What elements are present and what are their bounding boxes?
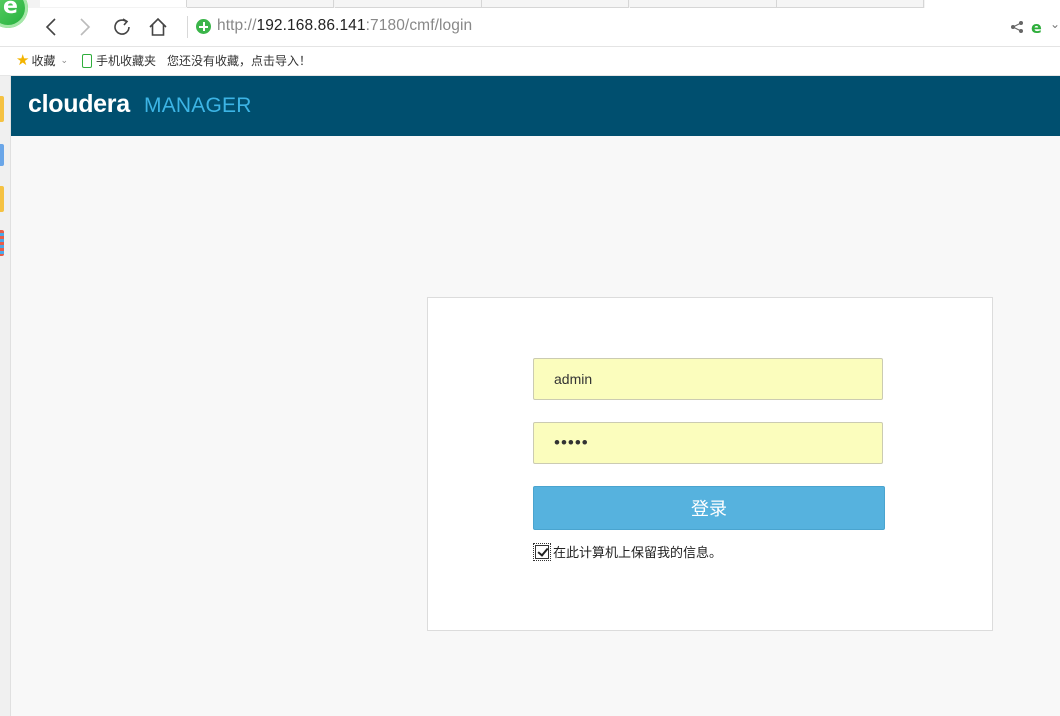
browser-tab[interactable] — [482, 0, 629, 8]
import-bookmarks-link[interactable]: 您还没有收藏，点击导入！ — [167, 52, 311, 69]
url-host: 192.168.86.141 — [256, 17, 366, 34]
bookmarks-bar: ★ 收藏 ⌄ 手机收藏夹 您还没有收藏，点击导入！ — [0, 47, 1060, 76]
back-arrow-icon — [45, 18, 56, 36]
favorites-menu[interactable]: ★ 收藏 ⌄ — [16, 52, 68, 69]
browser-tab[interactable] — [777, 0, 924, 8]
tab-strip-empty — [925, 0, 1060, 8]
forward-arrow-icon — [80, 18, 91, 36]
url-protocol: http:// — [217, 17, 257, 34]
mobile-favorites-link[interactable]: 手机收藏夹 — [82, 52, 156, 69]
ie-mode-icon[interactable]: e — [1031, 18, 1042, 37]
app-header: cloudera MANAGER — [11, 76, 1060, 136]
brand-logo-primary: cloudera — [28, 90, 130, 118]
rail-item[interactable] — [0, 186, 4, 212]
reload-button[interactable] — [107, 12, 137, 42]
browser-toolbar: http://192.168.86.141:7180/cmf/login e ⌄ — [0, 8, 1060, 47]
browser-tab[interactable] — [40, 0, 187, 7]
favorites-label: 收藏 — [31, 54, 56, 68]
home-button[interactable] — [143, 12, 173, 42]
remember-me: 在此计算机上保留我的信息。 — [533, 542, 722, 561]
side-rail — [0, 76, 11, 716]
browser-tab[interactable] — [630, 0, 777, 8]
mobile-favorites-label: 手机收藏夹 — [96, 54, 157, 68]
browser-tab[interactable] — [187, 0, 334, 8]
chevron-down-icon: ⌄ — [60, 55, 69, 66]
login-panel: 登录 在此计算机上保留我的信息。 — [427, 297, 993, 631]
chevron-down-icon[interactable]: ⌄ — [1050, 17, 1060, 31]
password-input[interactable] — [533, 422, 883, 464]
secure-shield-icon[interactable] — [196, 19, 211, 34]
browser-tab[interactable] — [335, 0, 482, 8]
rail-item[interactable] — [0, 96, 4, 122]
rail-item[interactable] — [0, 144, 4, 166]
forward-button[interactable] — [70, 12, 100, 42]
star-icon: ★ — [16, 51, 30, 69]
back-button[interactable] — [36, 12, 66, 42]
remember-me-checkbox[interactable] — [533, 542, 551, 561]
share-icon[interactable] — [1010, 20, 1024, 34]
home-icon — [149, 17, 167, 36]
address-separator — [187, 16, 188, 38]
reload-icon — [114, 18, 130, 35]
tab-strip — [0, 0, 1060, 8]
import-hint-label: 您还没有收藏，点击导入！ — [167, 54, 312, 68]
brand-logo-secondary: MANAGER — [144, 94, 252, 117]
remember-me-label[interactable]: 在此计算机上保留我的信息。 — [553, 542, 722, 561]
rail-item[interactable] — [0, 230, 4, 256]
url-path: :7180/cmf/login — [365, 17, 473, 34]
address-bar[interactable]: http://192.168.86.141:7180/cmf/login — [217, 17, 472, 35]
username-input[interactable] — [533, 358, 883, 400]
login-button[interactable]: 登录 — [533, 486, 885, 530]
phone-icon — [82, 53, 92, 68]
